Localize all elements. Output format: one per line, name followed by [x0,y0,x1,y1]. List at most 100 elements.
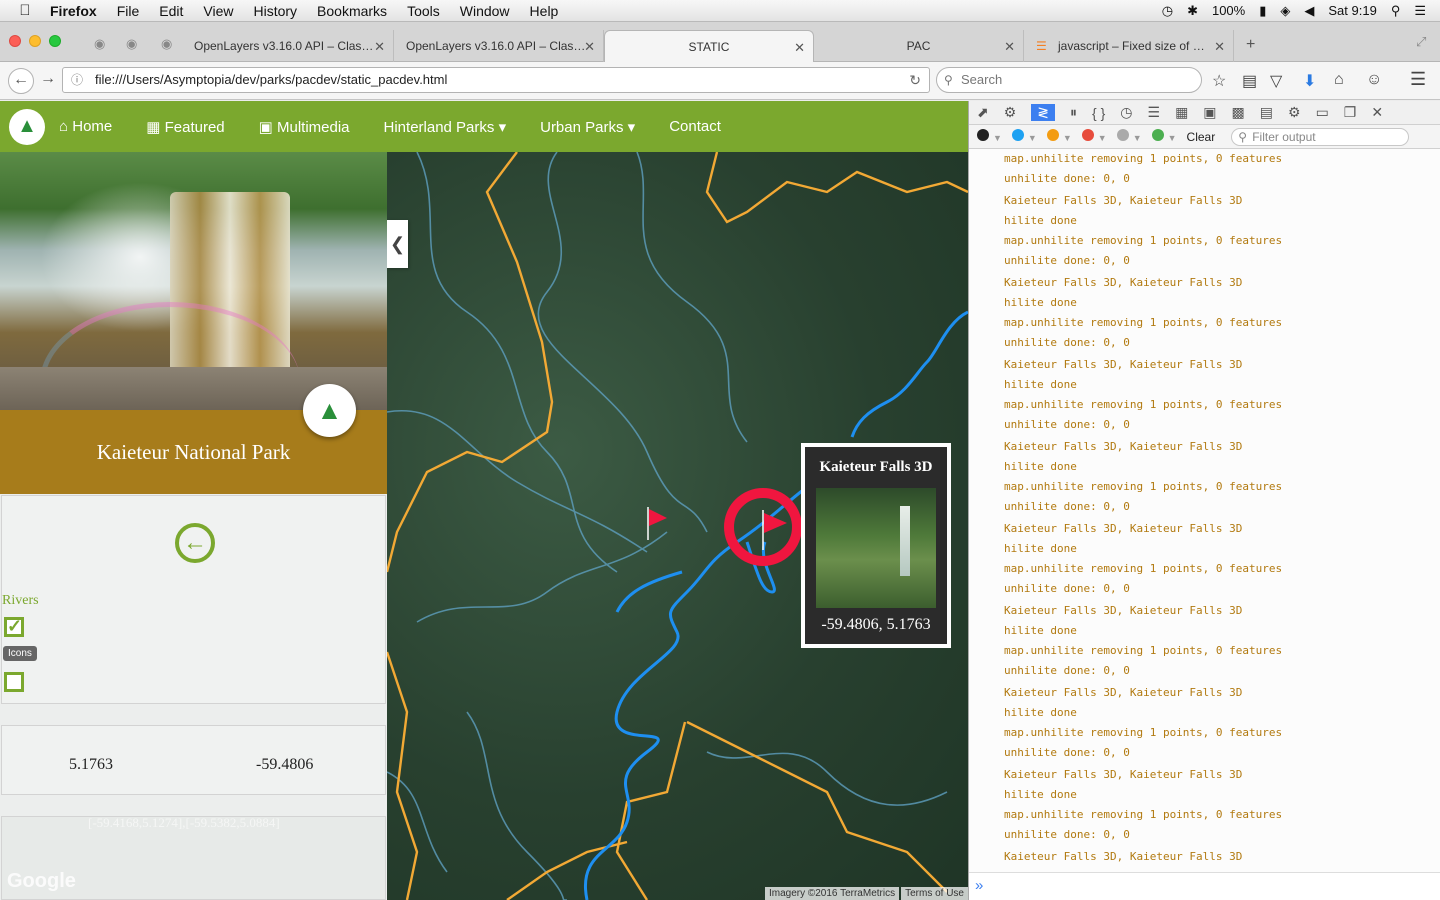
bluetooth-icon[interactable]: ✱ [1187,3,1198,19]
menu-history[interactable]: History [253,3,297,19]
feature-popup[interactable]: Kaieteur Falls 3D -59.4806, 5.1763 [801,443,951,648]
tab-pac[interactable]: PAC ✕ [814,30,1024,62]
close-devtools-icon[interactable]: ✕ [1371,104,1383,121]
cube-icon[interactable]: ▩ [1232,104,1245,121]
rivers-checkbox[interactable]: ✓ [4,617,24,637]
forward-button[interactable]: → [40,70,56,88]
reload-icon[interactable]: ↻ [909,68,921,92]
menu-bookmarks[interactable]: Bookmarks [317,3,387,19]
collapse-sidebar-button[interactable]: ❮ [387,220,408,268]
nav-urban-parks[interactable]: Urban Parks ▾ [540,118,635,136]
map-view[interactable]: ❮ Kaieteur Falls 3D -59.4806, 5.1763 Ima… [387,152,968,900]
info-icon[interactable]: ⓘ [71,68,83,92]
menu-help[interactable]: Help [530,3,559,19]
notification-center-icon[interactable]: ☰ [1414,3,1426,19]
home-icon[interactable]: ⌂ [1334,71,1344,89]
console-input[interactable]: » [969,872,1440,900]
storage-icon[interactable]: ▣ [1203,104,1216,121]
clear-console-button[interactable]: Clear [1187,130,1216,144]
falls-marker-flag[interactable] [762,510,787,550]
close-tab-icon[interactable]: ✕ [1214,39,1225,55]
menu-tools[interactable]: Tools [407,3,440,19]
close-tab-icon[interactable]: ✕ [794,40,805,56]
filter-net[interactable]: ▼ [977,129,1002,144]
options-gear-icon[interactable]: ⚙ [1288,104,1301,121]
filter-output-input[interactable]: ⚲ Filter output [1231,127,1410,146]
hamburger-menu-icon[interactable]: ☰ [1410,69,1426,90]
tab-static[interactable]: STATIC ✕ [604,30,814,62]
terms-of-use-link[interactable]: Terms of Use [901,887,968,900]
clock[interactable]: Sat 9:19 [1328,3,1376,18]
filter-server[interactable]: ▼ [1151,129,1177,144]
search-icon: ⚲ [944,73,953,87]
nav-featured[interactable]: ▦ Featured [146,118,224,136]
close-tab-icon[interactable]: ✕ [584,39,595,55]
inspector-pick-icon[interactable]: ⬈ [977,104,989,121]
console-output[interactable]: map.unhilite removing 1 points, 0 featur… [969,149,1440,873]
zoom-window-button[interactable] [49,35,61,47]
park-badge-icon[interactable]: ▲ [303,384,356,437]
apple-icon[interactable]:  [0,2,50,19]
menu-file[interactable]: File [117,3,140,19]
dock-icon[interactable]: ▭ [1316,104,1329,121]
back-arrow-button[interactable]: ← [175,523,215,563]
menu-window[interactable]: Window [460,3,510,19]
filter-js[interactable]: ▼ [1046,129,1072,144]
tab-javascript[interactable]: ☰ javascript – Fixed size of … ✕ [1024,30,1234,62]
filter-output-placeholder: Filter output [1252,129,1316,144]
pinned-tab-icon[interactable]: ◉ [94,36,105,52]
layout-icon[interactable]: ▦ [1175,104,1188,121]
menu-view[interactable]: View [203,3,233,19]
console-log-line: unhilite done: 0, 0 [1004,418,1130,431]
volume-icon[interactable]: ◀ [1304,3,1314,19]
close-tab-icon[interactable]: ✕ [1004,39,1015,55]
new-tab-button[interactable]: + [1246,36,1255,54]
close-tab-icon[interactable]: ✕ [374,39,385,55]
console-log-line: Kaieteur Falls 3D, Kaieteur Falls 3D [1004,604,1243,617]
bookmark-star-icon[interactable]: ☆ [1212,71,1226,91]
menu-app-name[interactable]: Firefox [50,3,97,19]
nav-multimedia[interactable]: ▣ Multimedia [259,118,350,136]
close-window-button[interactable] [9,35,21,47]
debugger-icon[interactable]: ⏸ [1070,104,1077,121]
time-machine-icon[interactable]: ◷ [1162,3,1173,19]
performance-icon[interactable]: ◷ [1120,104,1132,121]
console-log-line: map.unhilite removing 1 points, 0 featur… [1004,480,1283,493]
console-tab-icon[interactable]: ≷ [1031,104,1056,121]
site-logo[interactable]: ▲ [9,108,45,145]
battery-percent[interactable]: 100% [1212,3,1245,18]
downloads-icon[interactable]: ⬇ [1303,71,1316,91]
style-editor-icon[interactable]: { } [1092,105,1105,121]
reading-list-icon[interactable]: ▤ [1242,71,1257,91]
minimize-window-button[interactable] [29,35,41,47]
filter-css[interactable]: ▼ [1011,129,1037,144]
tab-openlayers-1[interactable]: OpenLayers v3.16.0 API – Clas… ✕ [182,30,394,62]
battery-icon[interactable]: ▮ [1259,3,1266,19]
nav-hinterland-parks[interactable]: Hinterland Parks ▾ [384,118,507,136]
console-log-line: map.unhilite removing 1 points, 0 featur… [1004,316,1283,329]
filter-logging[interactable]: ▼ [1116,129,1142,144]
search-input[interactable]: ⚲ Search [936,67,1202,93]
filter-security[interactable]: ▼ [1081,129,1107,144]
popup-thumbnail[interactable] [816,488,936,608]
url-bar[interactable]: ⓘ file:///Users/Asymptopia/dev/parks/pac… [62,67,930,93]
fullscreen-icon[interactable]: ⤢ [1416,34,1426,50]
nav-contact[interactable]: Contact [669,118,721,135]
url-text[interactable]: file:///Users/Asymptopia/dev/parks/pacde… [95,72,447,87]
settings-icon[interactable]: ⚙ [1004,104,1017,121]
undock-icon[interactable]: ❐ [1344,104,1357,121]
nav-home[interactable]: ⌂ Home [59,118,112,135]
pocket-icon[interactable]: ▽ [1270,71,1282,91]
network-icon[interactable]: ☰ [1148,104,1161,121]
security-filter-dot [1081,129,1094,141]
screenshot-icon[interactable]: ▤ [1260,104,1273,121]
tab-openlayers-2[interactable]: OpenLayers v3.16.0 API – Clas… ✕ [394,30,604,62]
icons-checkbox[interactable] [4,672,24,692]
menu-edit[interactable]: Edit [159,3,183,19]
pinned-tab-icon[interactable]: ◉ [126,36,137,52]
spotlight-icon[interactable]: ⚲ [1391,3,1401,19]
wifi-icon[interactable]: ◈ [1280,3,1290,19]
back-button[interactable]: ← [8,68,34,94]
hello-icon[interactable]: ☺ [1366,71,1382,89]
pinned-tab-icon[interactable]: ◉ [161,36,172,52]
